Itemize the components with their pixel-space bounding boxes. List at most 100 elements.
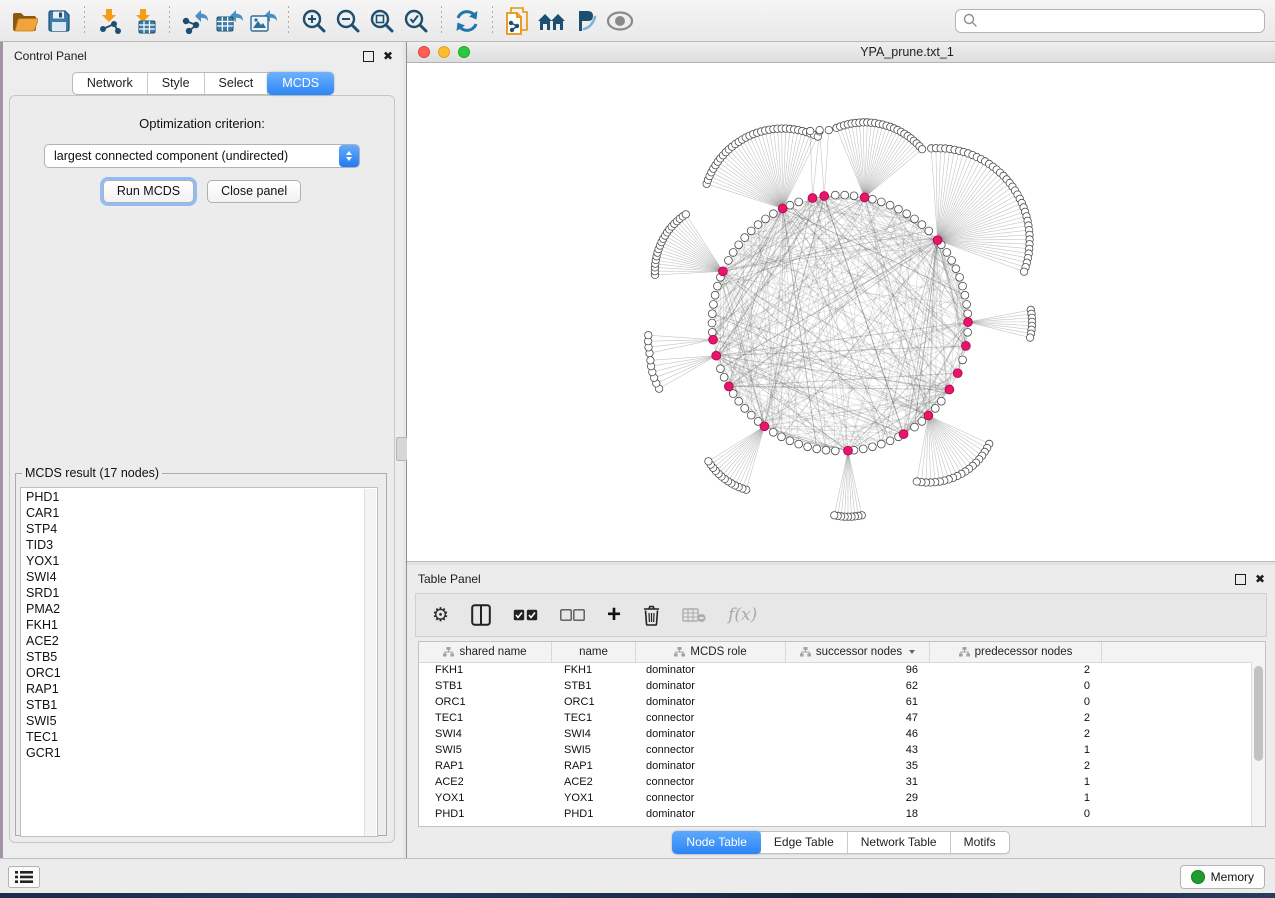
network-node[interactable] <box>645 332 652 339</box>
network-node[interactable] <box>769 428 777 436</box>
network-node[interactable] <box>961 291 969 299</box>
network-node[interactable] <box>735 397 743 405</box>
network-node[interactable] <box>735 241 743 249</box>
column-header-predecessor-nodes[interactable]: predecessor nodes <box>930 642 1102 662</box>
table-scrollbar-thumb[interactable] <box>1254 666 1263 761</box>
network-node[interactable] <box>1020 268 1027 275</box>
mcds-node[interactable] <box>724 382 733 391</box>
task-history-button[interactable] <box>8 866 40 888</box>
home-icon[interactable] <box>535 5 569 37</box>
network-canvas[interactable] <box>407 63 1275 561</box>
run-mcds-button[interactable]: Run MCDS <box>103 180 194 203</box>
table-row[interactable]: PHD1PHD1dominator180 <box>419 806 1252 822</box>
mcds-result-item[interactable]: CAR1 <box>26 505 377 521</box>
network-node[interactable] <box>859 445 867 453</box>
result-scrollbar[interactable] <box>364 489 376 837</box>
import-network-icon[interactable] <box>93 5 127 37</box>
export-image-icon[interactable] <box>246 5 280 37</box>
tab-select[interactable]: Select <box>205 73 269 94</box>
network-node[interactable] <box>925 227 933 235</box>
network-node[interactable] <box>952 265 960 273</box>
mcds-node[interactable] <box>712 351 721 360</box>
network-node[interactable] <box>710 301 718 309</box>
tab-edge-table[interactable]: Edge Table <box>761 832 848 853</box>
mcds-result-item[interactable]: PMA2 <box>26 601 377 617</box>
mcds-node[interactable] <box>760 422 769 431</box>
network-node[interactable] <box>682 211 689 218</box>
table-row[interactable]: SWI5SWI5connector431 <box>419 742 1252 758</box>
network-node[interactable] <box>769 210 777 218</box>
network-node[interactable] <box>918 146 925 153</box>
close-window-icon[interactable] <box>418 46 430 58</box>
function-builder-icon[interactable]: f(x) <box>728 600 757 630</box>
table-row[interactable]: RAP1RAP1dominator352 <box>419 758 1252 774</box>
minimize-window-icon[interactable] <box>438 46 450 58</box>
network-window-titlebar[interactable]: YPA_prune.txt_1 <box>407 42 1275 63</box>
memory-button[interactable]: Memory <box>1180 865 1265 889</box>
network-node[interactable] <box>747 411 755 419</box>
float-panel-icon[interactable] <box>363 51 374 62</box>
network-node[interactable] <box>918 221 926 229</box>
column-header-name[interactable]: name <box>552 642 636 662</box>
criterion-dropdown[interactable]: largest connected component (undirected) <box>44 144 360 168</box>
mcds-node[interactable] <box>709 335 718 344</box>
network-node[interactable] <box>754 221 762 229</box>
network-node[interactable] <box>741 405 749 413</box>
table-settings-icon[interactable]: ⚙ <box>432 600 449 630</box>
network-node[interactable] <box>714 282 722 290</box>
network-node[interactable] <box>943 249 951 257</box>
table-scrollbar[interactable] <box>1251 662 1265 826</box>
mcds-result-item[interactable]: GCR1 <box>26 745 377 761</box>
network-node[interactable] <box>647 357 654 364</box>
export-network-icon[interactable] <box>178 5 212 37</box>
show-columns-icon[interactable] <box>471 600 491 630</box>
network-node[interactable] <box>729 249 737 257</box>
mcds-node[interactable] <box>964 318 973 327</box>
network-node[interactable] <box>877 440 885 448</box>
tab-motifs[interactable]: Motifs <box>951 832 1009 853</box>
unselect-all-columns-icon[interactable] <box>560 600 585 630</box>
mcds-result-item[interactable]: PHD1 <box>26 489 377 505</box>
network-node[interactable] <box>911 423 919 431</box>
zoom-in-icon[interactable] <box>297 5 331 37</box>
network-node[interactable] <box>877 198 885 206</box>
network-node[interactable] <box>831 447 839 455</box>
network-node[interactable] <box>886 201 894 209</box>
network-node[interactable] <box>705 458 712 465</box>
select-all-columns-icon[interactable] <box>513 600 538 630</box>
delete-table-icon[interactable] <box>682 600 706 630</box>
network-node[interactable] <box>804 443 812 451</box>
network-node[interactable] <box>816 126 823 133</box>
network-node[interactable] <box>708 310 716 318</box>
mcds-result-item[interactable]: YOX1 <box>26 553 377 569</box>
mcds-result-item[interactable]: ACE2 <box>26 633 377 649</box>
tab-node-table[interactable]: Node Table <box>672 831 762 854</box>
network-node[interactable] <box>762 215 770 223</box>
mcds-node[interactable] <box>719 267 728 276</box>
network-node[interactable] <box>795 198 803 206</box>
network-node[interactable] <box>959 282 967 290</box>
mcds-result-item[interactable]: SRD1 <box>26 585 377 601</box>
network-node[interactable] <box>841 191 849 199</box>
mcds-node[interactable] <box>933 236 942 245</box>
network-node[interactable] <box>913 478 920 485</box>
search-input[interactable] <box>955 9 1265 33</box>
network-node[interactable] <box>747 227 755 235</box>
mcds-node[interactable] <box>924 411 933 420</box>
network-node[interactable] <box>959 356 967 364</box>
network-node[interactable] <box>786 437 794 445</box>
save-session-icon[interactable] <box>42 5 76 37</box>
network-node[interactable] <box>964 328 972 336</box>
open-session-icon[interactable] <box>8 5 42 37</box>
network-node[interactable] <box>822 446 830 454</box>
network-node[interactable] <box>948 257 956 265</box>
network-node[interactable] <box>831 191 839 199</box>
column-header-MCDS-role[interactable]: MCDS role <box>636 642 786 662</box>
network-node[interactable] <box>850 192 858 200</box>
mcds-node[interactable] <box>844 446 853 455</box>
network-graph[interactable] <box>407 63 1275 561</box>
network-node[interactable] <box>937 397 945 405</box>
network-node[interactable] <box>725 257 733 265</box>
network-from-file-icon[interactable] <box>501 5 535 37</box>
network-node[interactable] <box>813 445 821 453</box>
